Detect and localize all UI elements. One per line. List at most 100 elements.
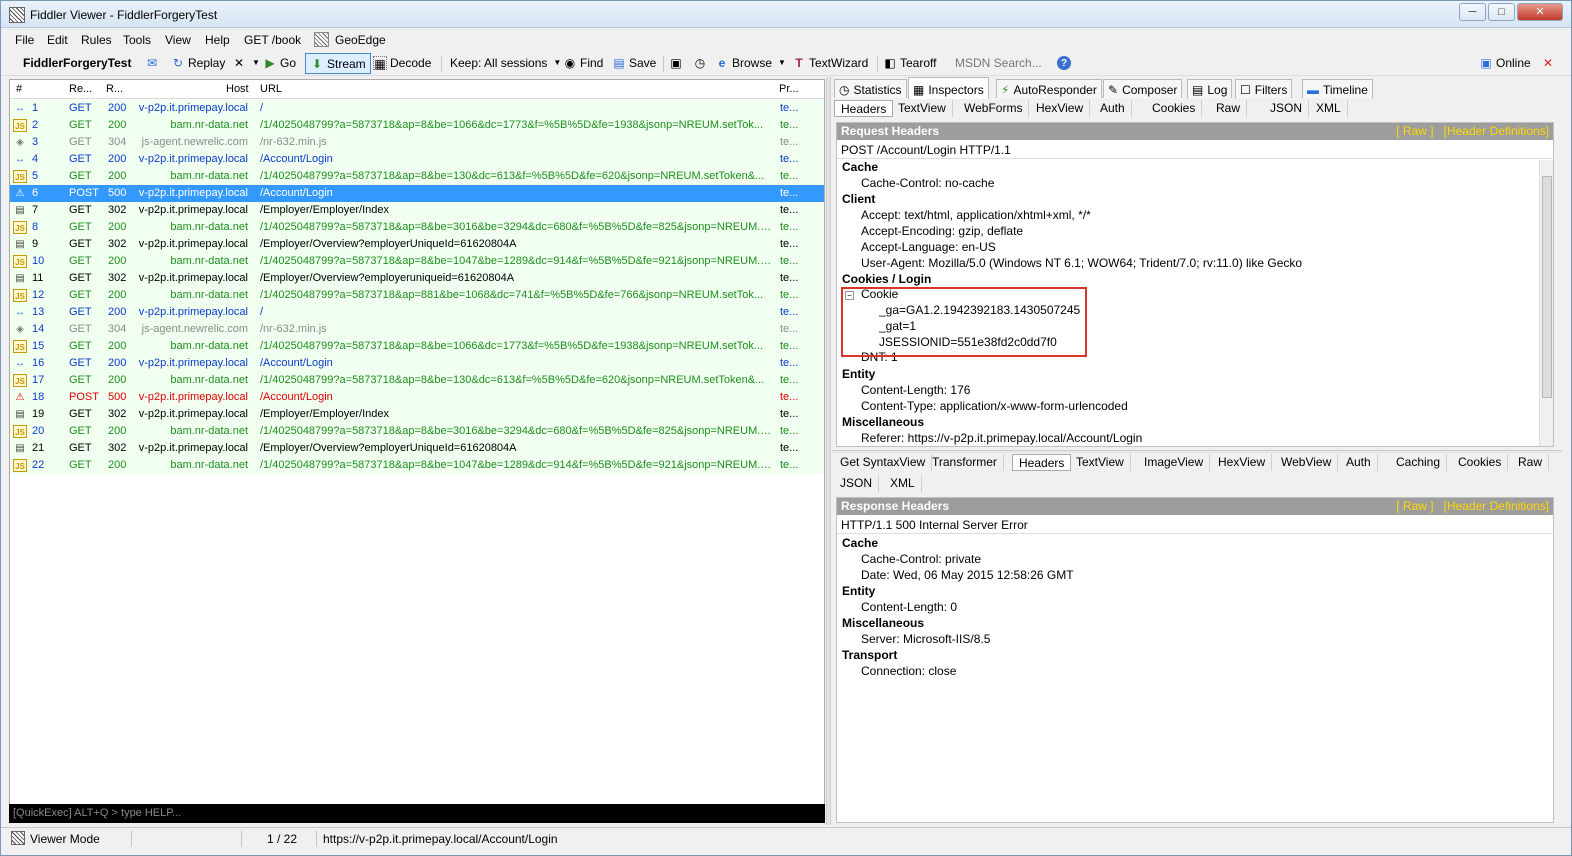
menu-get-book[interactable]: GET /book (244, 33, 301, 47)
viewer-mode-label[interactable]: Viewer Mode (30, 832, 100, 846)
req-tab-cookies[interactable]: Cookies (1146, 100, 1203, 117)
session-row[interactable]: ▤ 9 GET 302 v-p2p.it.primepay.local/Employer… (10, 236, 824, 253)
session-row[interactable]: ↔ 1 GET 200 v-p2p.it.primepay.local / te... (10, 100, 824, 117)
quickexec-input[interactable]: [QuickExec] ALT+Q > type HELP... (9, 804, 825, 823)
resp-tab-cookies[interactable]: Cookies (1452, 454, 1509, 471)
menu-view[interactable]: View (165, 33, 191, 47)
req-tab-textview[interactable]: TextView (892, 100, 953, 117)
session-row[interactable]: ▤ 7 GET 302 v-p2p.it.primepay.local/Employer… (10, 202, 824, 219)
session-row[interactable]: ↔ 16 GET 200 v-p2p.it.primepay.local/Account… (10, 355, 824, 372)
replay-button[interactable]: ↻ Replay (171, 56, 225, 70)
vertical-splitter[interactable] (826, 77, 831, 825)
minimize-button[interactable]: ─ (1459, 3, 1486, 21)
response-header-definitions-link[interactable]: [Header Definitions] (1444, 499, 1549, 513)
resp-tab-xml[interactable]: XML (884, 475, 922, 492)
session-row[interactable]: JS 8 GET 200 bam.nr-data.net/1/4025048799?a=… (10, 219, 824, 236)
header-accept: Accept: text/html, application/xhtml+xml… (861, 208, 1091, 222)
close-toolbar-icon[interactable]: ✕ (1543, 56, 1553, 70)
resp-tab-raw[interactable]: Raw (1512, 454, 1550, 471)
resp-tab-hexview[interactable]: HexView (1212, 454, 1273, 471)
decode-button[interactable]: ▦ Decode (373, 56, 431, 71)
req-tab-raw[interactable]: Raw (1210, 100, 1248, 117)
session-row[interactable]: JS 20 GET 200 bam.nr-data.net/1/4025048799?a… (10, 423, 824, 440)
go-button[interactable]: ▶ Go (263, 56, 296, 70)
comment-icon[interactable]: ✉ (147, 56, 157, 70)
online-indicator[interactable]: ▣ Online (1479, 56, 1530, 70)
session-row[interactable]: JS 15 GET 200 bam.nr-data.net/1/4025048799?a… (10, 338, 824, 355)
maximize-button[interactable]: □ (1488, 3, 1515, 21)
resp-tab-get-syntaxview[interactable]: Get SyntaxView (834, 454, 933, 471)
req-tab-auth[interactable]: Auth (1094, 100, 1132, 117)
sessions-grid[interactable]: # Re... R... Host URL Pr... ↔ 1 GET 200 v-p2… (9, 79, 825, 823)
col-host[interactable]: Host (226, 83, 249, 95)
session-row[interactable]: JS 22 GET 200 bam.nr-data.net/1/4025048799?a… (10, 457, 824, 474)
tab-filters[interactable]: ☐ Filters (1235, 79, 1293, 98)
tab-statistics[interactable]: ◷ Statistics (834, 79, 907, 98)
remove-button[interactable]: ✕ ▼ (232, 56, 263, 70)
tab-inspectors[interactable]: ▦ Inspectors (908, 77, 989, 99)
log-icon: ▤ (1192, 83, 1204, 97)
resp-tab-imageview[interactable]: ImageView (1138, 454, 1211, 471)
col-protocol[interactable]: Pr... (779, 83, 799, 95)
session-row[interactable]: ▤ 11 GET 302 v-p2p.it.primepay.local/Employe… (10, 270, 824, 287)
session-row[interactable]: ◈ 14 GET 304 js-agent.newrelic.com/nr-632.mi… (10, 321, 824, 338)
timer-icon[interactable]: ◷ (693, 56, 707, 70)
session-row[interactable]: ▤ 19 GET 302 v-p2p.it.primepay.local/Employe… (10, 406, 824, 423)
scrollbar-thumb[interactable] (1542, 176, 1552, 398)
help-icon[interactable]: ? (1057, 56, 1071, 70)
menu-edit[interactable]: Edit (47, 33, 68, 47)
resp-tab-json[interactable]: JSON (834, 475, 880, 492)
session-row[interactable]: JS 12 GET 200 bam.nr-data.net/1/4025048799?a… (10, 287, 824, 304)
session-row[interactable]: ⚠ 18 POST 500 v-p2p.it.primepay.local/Accoun… (10, 389, 824, 406)
browse-label: Browse (732, 56, 773, 70)
req-tab-webforms[interactable]: WebForms (958, 100, 1030, 117)
menu-geoedge[interactable]: GeoEdge (335, 33, 386, 47)
request-raw-link[interactable]: [ Raw ] (1396, 124, 1433, 138)
screenshot-icon[interactable]: ▣ (669, 56, 683, 70)
session-row[interactable]: ↔ 13 GET 200 v-p2p.it.primepay.local / te... (10, 304, 824, 321)
redirect-page-icon: ▤ (15, 409, 25, 420)
tab-composer[interactable]: ✎ Composer (1103, 79, 1183, 98)
session-row[interactable]: ⚠ 6 POST 500 v-p2p.it.primepay.local/Account… (10, 185, 824, 202)
req-tab-hexview[interactable]: HexView (1030, 100, 1091, 117)
find-button[interactable]: ◉ Find (563, 56, 604, 70)
request-scrollbar[interactable] (1539, 160, 1553, 446)
tab-log[interactable]: ▤ Log (1187, 79, 1233, 98)
close-button[interactable]: ✕ (1517, 3, 1563, 21)
tearoff-button[interactable]: ◧ Tearoff (883, 56, 936, 70)
msdn-search-input[interactable]: MSDN Search... (955, 56, 1042, 70)
col-url[interactable]: URL (260, 83, 282, 95)
resp-tab-textview[interactable]: TextView (1070, 454, 1131, 471)
response-raw-link[interactable]: [ Raw ] (1396, 499, 1433, 513)
textwizard-button[interactable]: T TextWizard (792, 56, 868, 70)
tab-timeline[interactable]: ▬ Timeline (1302, 79, 1373, 98)
req-tab-headers[interactable]: Headers (834, 100, 894, 117)
session-row[interactable]: ▤ 21 GET 302 v-p2p.it.primepay.local/Employe… (10, 440, 824, 457)
session-row[interactable]: JS 2 GET 200 bam.nr-data.net/1/4025048799?a=… (10, 117, 824, 134)
resp-tab-headers[interactable]: Headers (1012, 454, 1072, 471)
resp-tab-transformer[interactable]: Transformer (926, 454, 1004, 471)
col-number[interactable]: # (16, 83, 22, 95)
req-tab-xml[interactable]: XML (1310, 100, 1348, 117)
col-result[interactable]: Re... (69, 83, 92, 95)
resp-tab-webview[interactable]: WebView (1275, 454, 1339, 471)
request-header-definitions-link[interactable]: [Header Definitions] (1444, 124, 1549, 138)
session-row[interactable]: JS 10 GET 200 bam.nr-data.net/1/4025048799?a… (10, 253, 824, 270)
browse-button[interactable]: e Browse ▼ (715, 56, 789, 70)
menu-rules[interactable]: Rules (81, 33, 112, 47)
session-row[interactable]: ↔ 4 GET 200 v-p2p.it.primepay.local/Account/… (10, 151, 824, 168)
keep-sessions-dropdown[interactable]: Keep: All sessions ▼ (450, 56, 564, 70)
resp-tab-caching[interactable]: Caching (1390, 454, 1448, 471)
save-button[interactable]: ▤ Save (612, 56, 656, 70)
stream-button[interactable]: ⬇ Stream (305, 53, 371, 74)
session-row[interactable]: ◈ 3 GET 304 js-agent.newrelic.com/nr-632.min… (10, 134, 824, 151)
session-row[interactable]: JS 17 GET 200 bam.nr-data.net/1/4025048799?a… (10, 372, 824, 389)
tab-autoresponder[interactable]: ⚡ AutoResponder (996, 79, 1102, 98)
menu-file[interactable]: File (15, 33, 34, 47)
resp-tab-auth[interactable]: Auth (1340, 454, 1378, 471)
session-row[interactable]: JS 5 GET 200 bam.nr-data.net/1/4025048799?a=… (10, 168, 824, 185)
col-code[interactable]: R... (106, 83, 123, 95)
menu-help[interactable]: Help (205, 33, 230, 47)
req-tab-json[interactable]: JSON (1264, 100, 1310, 117)
menu-tools[interactable]: Tools (123, 33, 151, 47)
